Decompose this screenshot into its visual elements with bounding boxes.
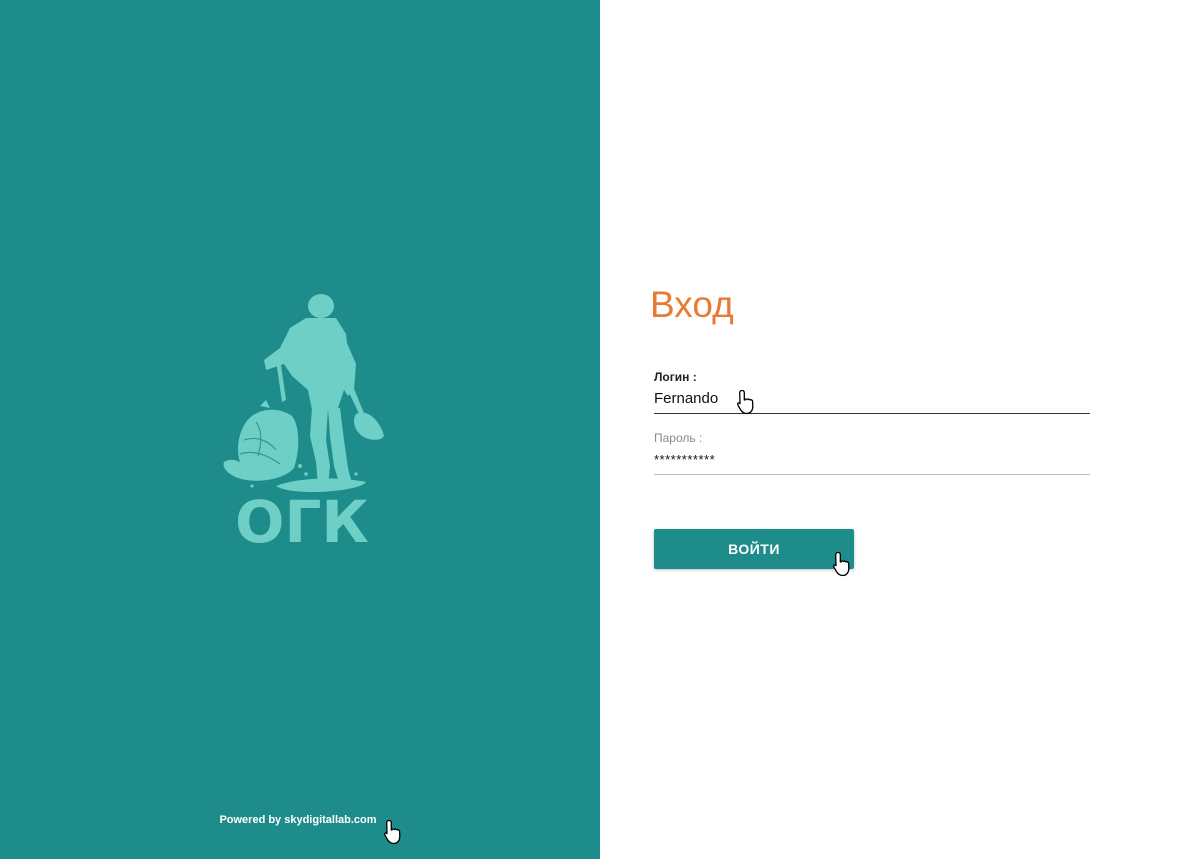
login-button[interactable]: ВОЙТИ <box>654 529 854 569</box>
login-panel: Вход Логин : Пароль : ВОЙТИ <box>600 0 1200 859</box>
page-title: Вход <box>650 284 734 325</box>
powered-by-footer: Powered by skydigitallab.com <box>0 814 596 826</box>
password-field-group: Пароль : <box>654 431 1090 475</box>
company-logo: ОГК <box>216 290 388 550</box>
powered-prefix: Powered by <box>219 814 285 826</box>
logo-text: ОГК <box>235 488 369 550</box>
miner-with-shovel-icon: ОГК <box>223 294 384 550</box>
login-page: ОГК Powered by skydigitallab.com Вход Ло… <box>0 0 1200 859</box>
password-input[interactable] <box>654 447 1090 475</box>
login-field-group: Логин : <box>654 370 1090 414</box>
brand-panel: ОГК Powered by skydigitallab.com <box>0 0 600 859</box>
hand-pointer-icon <box>383 819 401 845</box>
powered-by-link[interactable]: skydigitallab.com <box>284 814 376 826</box>
hand-pointer-icon <box>832 551 850 577</box>
password-label: Пароль : <box>654 431 703 445</box>
hand-pointer-icon <box>736 389 754 415</box>
login-label: Логин : <box>654 370 697 384</box>
login-input[interactable] <box>654 386 1090 414</box>
